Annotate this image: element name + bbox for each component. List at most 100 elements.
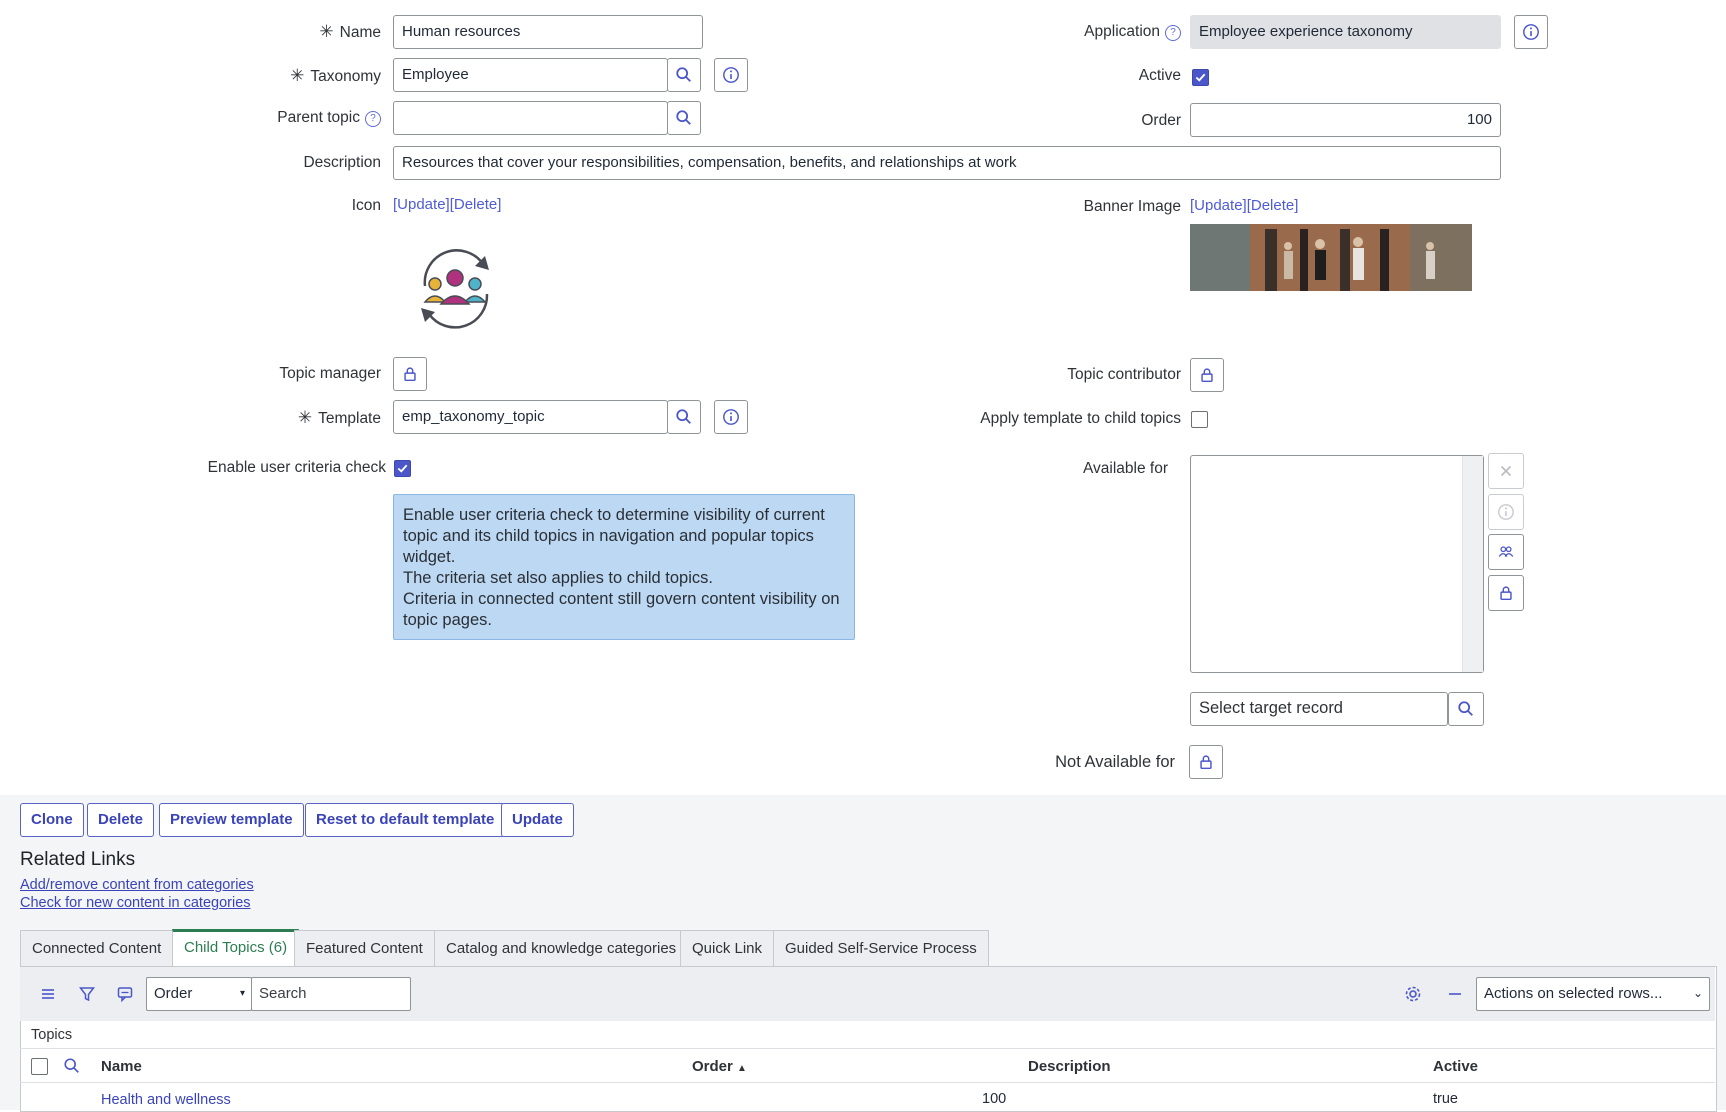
topic-icon-image [405,238,505,338]
banner-delete-link[interactable]: [Delete] [1247,197,1299,214]
template-field[interactable]: emp_taxonomy_topic [393,400,668,434]
info-icon [1523,24,1539,40]
tooltip-line-1: Enable user criteria check to determine … [403,506,825,566]
comment-icon[interactable] [115,984,135,1004]
actions-on-selected-rows-select[interactable]: Actions on selected rows... ⌄ [1476,977,1710,1011]
check-new-content-link[interactable]: Check for new content in categories [20,895,251,911]
parent-topic-field[interactable] [393,101,668,135]
reset-default-template-button[interactable]: Reset to default template [305,803,506,837]
enable-user-criteria-checkbox[interactable] [394,460,411,477]
active-checkbox[interactable] [1192,69,1209,86]
banner-image-label: Banner Image [1083,198,1181,215]
select-all-checkbox[interactable] [31,1058,48,1075]
column-header-description[interactable]: Description [1028,1058,1111,1075]
row-name-link[interactable]: Health and wellness [101,1092,231,1108]
parent-topic-lookup-button[interactable] [667,101,701,135]
related-links-title: Related Links [20,849,136,870]
sort-ascending-icon: ▲ [737,1063,747,1074]
taxonomy-lookup-button[interactable] [667,58,701,92]
application-label: Application? [1084,23,1181,41]
clone-button[interactable]: Clone [20,803,84,837]
topic-contributor-unlock-button[interactable] [1190,358,1224,392]
search-icon [676,409,691,424]
tab-guided-self-service[interactable]: Guided Self-Service Process [773,930,989,967]
application-info-button[interactable] [1514,15,1548,49]
lock-icon [1200,755,1212,770]
checkmark-icon [397,464,408,473]
name-label: ✳ Name [319,22,381,41]
icon-delete-link[interactable]: [Delete] [450,196,502,213]
taxonomy-label: ✳ Taxonomy [290,66,381,85]
divider [20,1082,1715,1083]
icon-label: Icon [351,197,381,214]
add-users-button[interactable] [1488,534,1524,570]
banner-update-link[interactable]: [Update] [1190,197,1247,214]
help-icon[interactable]: ? [1165,25,1181,41]
banner-photo-icon [1190,224,1472,291]
tab-child-topics[interactable]: Child Topics (6) [172,929,300,968]
row-order: 100 [982,1091,1007,1107]
target-record-lookup-button[interactable] [1448,692,1484,726]
apply-template-label: Apply template to child topics [980,410,1181,427]
description-field[interactable]: Resources that cover your responsibiliti… [393,146,1501,180]
info-button[interactable] [1488,494,1524,530]
column-header-order[interactable]: Order ▲ [692,1058,747,1075]
tab-connected-content[interactable]: Connected Content [20,930,174,967]
search-icon [676,110,691,125]
search-icon[interactable] [63,1057,81,1075]
hamburger-menu-icon[interactable] [38,984,58,1004]
column-header-name[interactable]: Name [101,1058,142,1075]
order-label: Order [1141,112,1181,129]
select-target-record-field[interactable]: Select target record [1190,692,1448,726]
users-icon [1498,546,1514,557]
not-available-for-unlock-button[interactable] [1189,745,1223,779]
row-active: true [1433,1091,1458,1107]
tooltip-line-2: The criteria set also applies to child t… [403,569,713,587]
gear-icon[interactable] [1403,984,1423,1004]
application-field: Employee experience taxonomy [1190,15,1501,49]
description-label: Description [303,154,381,171]
template-info-button[interactable] [714,400,748,434]
template-label: ✳ Template [297,408,381,427]
banner-links: [Update][Delete] [1190,197,1298,214]
name-field[interactable]: Human resources [393,15,703,49]
list-search-input[interactable]: Search [251,977,411,1011]
collapse-icon[interactable] [1445,984,1465,1004]
lock-icon [1201,368,1213,383]
column-header-active[interactable]: Active [1433,1058,1478,1075]
filter-icon[interactable] [77,984,97,1004]
delete-button[interactable]: Delete [87,803,155,837]
divider [20,1048,1715,1049]
taxonomy-field[interactable]: Employee [393,58,668,92]
breadcrumb: Topics [31,1027,73,1043]
apply-template-checkbox[interactable] [1191,411,1208,428]
remove-button[interactable] [1488,453,1524,489]
tab-featured-content[interactable]: Featured Content [294,930,435,967]
order-field[interactable]: 100 [1190,103,1501,137]
available-for-unlock-button[interactable] [1488,575,1524,611]
topic-contributor-label: Topic contributor [1067,366,1181,383]
active-label: Active [1138,67,1181,84]
icon-update-link[interactable]: [Update] [393,196,450,213]
checkmark-icon [1195,73,1206,82]
search-icon [1458,701,1473,716]
info-icon [723,409,739,425]
preview-template-button[interactable]: Preview template [159,803,304,837]
list-scrollbar[interactable] [1462,456,1483,672]
search-icon [676,67,691,82]
info-icon [1498,504,1514,520]
template-lookup-button[interactable] [667,400,701,434]
available-for-label: Available for [1082,460,1168,477]
tab-quick-link[interactable]: Quick Link [680,930,775,967]
taxonomy-info-button[interactable] [714,58,748,92]
tab-catalog-knowledge[interactable]: Catalog and knowledge categories [434,930,689,967]
available-for-list[interactable] [1190,455,1484,673]
topic-manager-unlock-button[interactable] [393,357,427,391]
update-button[interactable]: Update [501,803,574,837]
banner-image [1190,224,1472,291]
search-field-select[interactable]: Order ▾ [146,977,252,1011]
help-icon[interactable]: ? [365,111,381,127]
add-remove-content-link[interactable]: Add/remove content from categories [20,877,254,893]
chevron-down-icon: ⌄ [1692,986,1703,1000]
tooltip-line-3: Criteria in connected content still gove… [403,590,840,629]
